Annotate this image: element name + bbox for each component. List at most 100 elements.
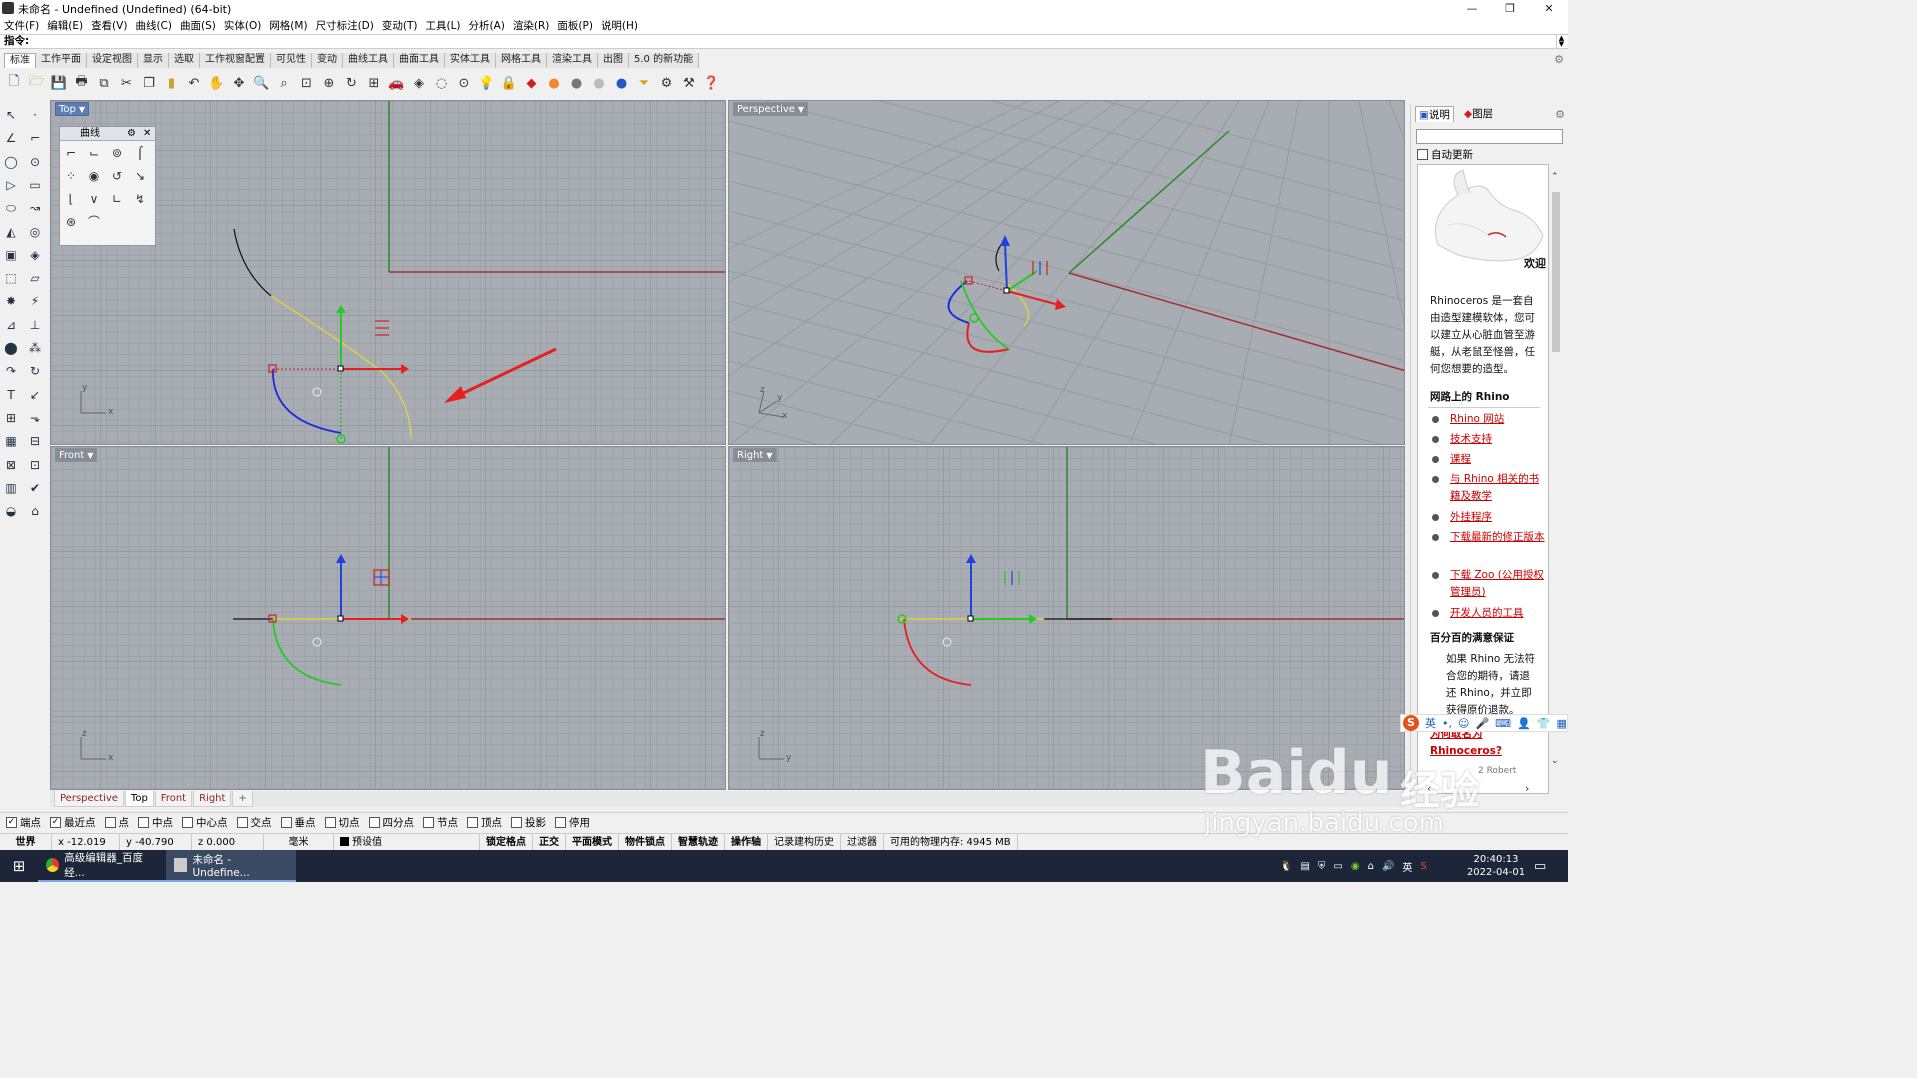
tray-tv-icon[interactable]: ▭ <box>1333 861 1342 872</box>
auto-update-checkbox[interactable]: 自动更新 <box>1417 147 1473 162</box>
ime-emoji-icon[interactable]: ☺ <box>1458 717 1469 730</box>
tab-render-tools[interactable]: 渲染工具 <box>547 53 598 68</box>
show-icon[interactable]: ⊙ <box>454 73 474 93</box>
gear-settings-icon[interactable]: ⚙ <box>657 73 677 93</box>
status-cplane[interactable]: 世界 <box>0 833 52 851</box>
four-view-icon[interactable]: ⊞ <box>364 73 384 93</box>
curve-tool-icon[interactable]: ↺ <box>108 167 126 185</box>
curve-tool-icon[interactable]: ↘ <box>131 167 149 185</box>
layer-icon[interactable]: ◆ <box>522 73 542 93</box>
tab-layers[interactable]: ◆图层 <box>1461 106 1496 122</box>
menu-help[interactable]: 说明(H) <box>601 18 638 33</box>
tab-select[interactable]: 选取 <box>169 53 200 68</box>
tool-icon[interactable]: ↻ <box>26 362 44 380</box>
curve-tool-icon[interactable]: ∟ <box>108 190 126 208</box>
osnap-checkbox[interactable] <box>104 817 116 828</box>
vtab-top[interactable]: Top <box>124 791 154 807</box>
lock-icon[interactable]: 🔒 <box>499 73 519 93</box>
why-rhino-line-2[interactable]: Rhinoceros? <box>1430 743 1502 760</box>
ime-lang[interactable]: 英 <box>1425 715 1436 731</box>
status-layer[interactable]: 预设值 <box>334 833 480 851</box>
ime-mic-icon[interactable]: 🎤 <box>1475 717 1489 730</box>
tab-viewport-layout[interactable]: 工作视窗配置 <box>200 53 271 68</box>
curve-tool-icon[interactable]: ⊛ <box>62 213 80 231</box>
menu-mesh[interactable]: 网格(M) <box>269 18 307 33</box>
open-file-icon[interactable]: 🗁 <box>27 73 47 93</box>
sphere-blue-icon[interactable]: ● <box>612 73 632 93</box>
tray-network-icon[interactable]: ⌂ <box>1368 861 1374 872</box>
tool-icon[interactable]: ✸ <box>2 292 20 310</box>
osnap-checkbox[interactable] <box>368 817 380 828</box>
command-line[interactable]: 指令: ▲ ▼ <box>0 34 1568 49</box>
viewport-label-top[interactable]: Top ▼ <box>55 102 90 116</box>
status-ortho[interactable]: 正交 <box>533 833 566 851</box>
tool-icon[interactable]: ⊿ <box>2 316 20 334</box>
zoom-selected-icon[interactable]: ⊕ <box>319 73 339 93</box>
print-icon[interactable]: 🖶 <box>72 73 92 93</box>
osnap-10[interactable]: 顶点 <box>467 815 502 830</box>
menu-solid[interactable]: 实体(O) <box>224 18 261 33</box>
close-button[interactable]: ✕ <box>1532 0 1566 17</box>
maximize-button[interactable]: ❐ <box>1493 0 1527 17</box>
curve-tool-icon[interactable]: ↯ <box>131 190 149 208</box>
tab-transform[interactable]: 变动 <box>312 53 343 68</box>
import-icon[interactable]: ⧉ <box>94 73 114 93</box>
undo-icon[interactable]: ↶ <box>184 73 204 93</box>
tray-lang[interactable]: 英 <box>1402 859 1412 874</box>
tool-icon[interactable]: ↷ <box>2 362 20 380</box>
menu-tools[interactable]: 工具(L) <box>425 18 460 33</box>
display-icon[interactable]: ◈ <box>409 73 429 93</box>
minimize-button[interactable]: — <box>1455 0 1489 17</box>
vtab-front[interactable]: Front <box>154 791 193 807</box>
menu-view[interactable]: 查看(V) <box>91 18 127 33</box>
osnap-checkbox[interactable] <box>236 817 248 828</box>
tray-volume-icon[interactable]: 🔊 <box>1382 861 1394 872</box>
osnap-checkbox[interactable] <box>324 817 336 828</box>
paste-icon[interactable]: ▮ <box>162 73 182 93</box>
tool-icon[interactable]: ◭ <box>2 223 20 241</box>
curve-panel-gear-icon[interactable]: ⚙ <box>127 127 136 141</box>
sogou-icon[interactable]: S <box>1403 715 1419 731</box>
osnap-7[interactable]: 切点 <box>324 815 360 830</box>
tool-icon[interactable]: · <box>26 106 44 124</box>
lightbulb-icon[interactable]: 💡 <box>477 73 497 93</box>
tool-icon[interactable]: ⊠ <box>2 456 20 474</box>
tab-new-in-v5[interactable]: 5.0 的新功能 <box>629 53 700 68</box>
curve-tool-icon[interactable]: ⁘ <box>62 167 80 185</box>
tool-icon[interactable]: ▭ <box>26 176 44 194</box>
menu-panels[interactable]: 面板(P) <box>557 18 593 33</box>
new-file-icon[interactable]: 🗋 <box>4 73 24 93</box>
viewport-front[interactable]: z x Front ▼ <box>50 446 726 790</box>
tab-help[interactable]: ▣说明 <box>1415 106 1454 122</box>
menu-render[interactable]: 渲染(R) <box>513 18 550 33</box>
osnap-12[interactable]: 停用 <box>555 815 590 830</box>
tool-icon[interactable]: ↖ <box>2 106 20 124</box>
osnap-1[interactable]: ✓ 最近点 <box>50 815 96 830</box>
ime-punct-icon[interactable]: •, <box>1442 717 1452 730</box>
tool-icon[interactable]: ✔ <box>26 479 44 497</box>
tray-nvidia-icon[interactable]: ◉ <box>1351 861 1360 872</box>
osnap-checkbox[interactable] <box>182 817 193 828</box>
curve-tool-icon[interactable]: ∨ <box>85 190 103 208</box>
tool-icon[interactable]: ◒ <box>2 502 20 520</box>
link-rhino-site[interactable]: Rhino 网站 <box>1450 411 1546 428</box>
tool-icon[interactable]: ⊟ <box>26 432 44 450</box>
ime-grid-icon[interactable]: ▦ <box>1556 717 1566 730</box>
tool-icon[interactable]: ∠ <box>2 129 20 147</box>
link-developers[interactable]: 开发人员的工具 <box>1450 605 1546 622</box>
tool-icon[interactable]: ↙ <box>26 386 44 404</box>
zoom-icon[interactable]: 🔍 <box>252 73 272 93</box>
auto-update-box[interactable] <box>1417 149 1428 160</box>
add-viewport-tab-icon[interactable]: + <box>232 791 253 807</box>
status-planar[interactable]: 平面模式 <box>566 833 619 851</box>
tool-icon[interactable]: ⊞ <box>2 409 20 427</box>
tab-curve-tools[interactable]: 曲线工具 <box>343 53 394 68</box>
status-gumball[interactable]: 操作轴 <box>725 833 768 851</box>
tool-icon[interactable]: ⬎ <box>26 409 44 427</box>
tool-icon[interactable]: ▦ <box>2 432 20 450</box>
options-icon[interactable]: ⚒ <box>679 73 699 93</box>
zoom-extents-icon[interactable]: ⊡ <box>297 73 317 93</box>
viewport-right[interactable]: z y Right ▼ <box>728 446 1405 790</box>
menu-transform[interactable]: 变动(T) <box>382 18 418 33</box>
curve-tool-icon[interactable]: ⊚ <box>108 144 126 162</box>
